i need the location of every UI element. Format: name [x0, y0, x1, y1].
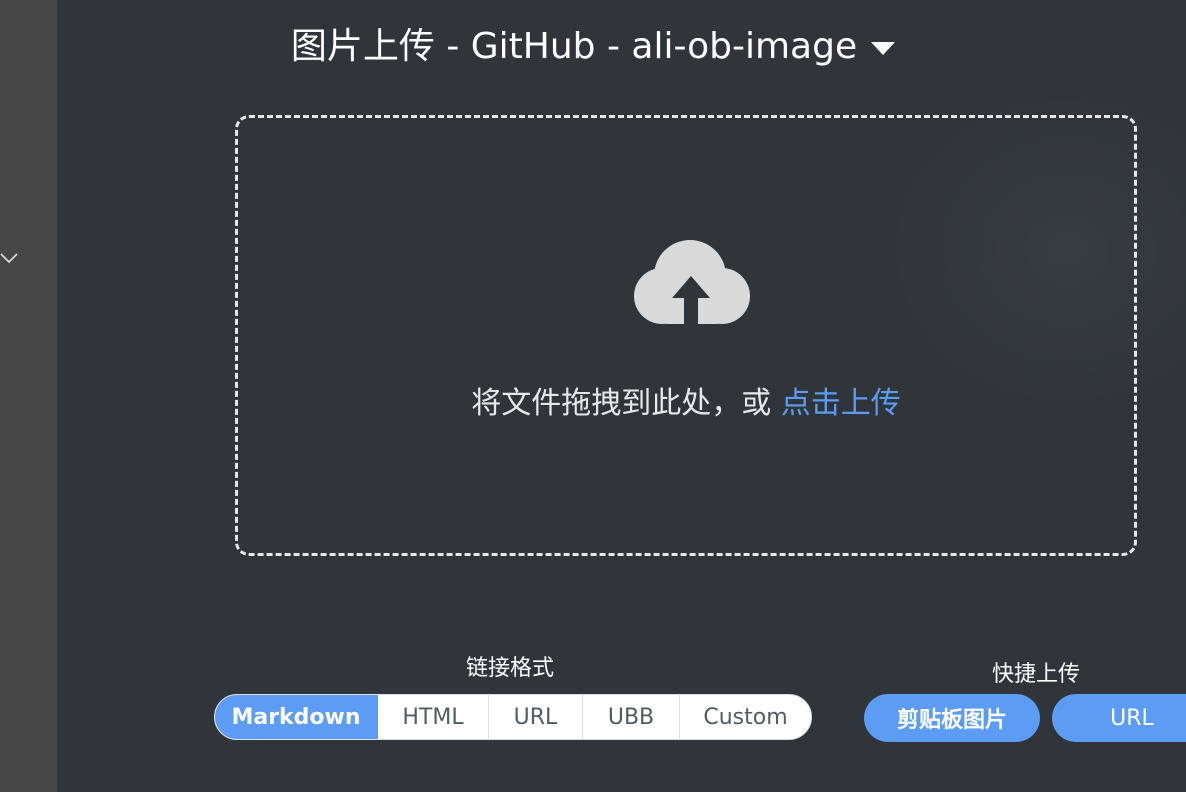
format-option-markdown[interactable]: Markdown: [215, 695, 378, 739]
chevron-down-icon[interactable]: [0, 249, 18, 267]
dropzone-text: 将文件拖拽到此处，或 点击上传: [238, 382, 1134, 426]
picgo-upload-page: 图片上传 - GitHub - ali-ob-image 将文件拖拽到此处，或 …: [0, 0, 1186, 792]
link-format-group: Markdown HTML URL UBB Custom: [214, 694, 812, 740]
sidebar: [0, 0, 57, 792]
format-option-html[interactable]: HTML: [378, 695, 489, 739]
format-option-url[interactable]: URL: [489, 695, 583, 739]
link-format-label: 链接格式: [466, 656, 555, 681]
caret-down-icon[interactable]: [871, 41, 896, 55]
upload-dropzone[interactable]: 将文件拖拽到此处，或 点击上传: [235, 115, 1137, 556]
quick-upload-label: 快捷上传: [992, 662, 1081, 687]
format-option-custom[interactable]: Custom: [680, 695, 811, 739]
page-title-text: 图片上传 - GitHub - ali-ob-image: [290, 26, 858, 67]
dropzone-hint: 将文件拖拽到此处，或: [471, 386, 781, 421]
click-upload-link[interactable]: 点击上传: [781, 386, 901, 421]
page-title[interactable]: 图片上传 - GitHub - ali-ob-image: [0, 22, 1186, 71]
cloud-upload-icon: [634, 240, 750, 326]
clipboard-upload-button[interactable]: 剪贴板图片: [864, 694, 1040, 742]
url-upload-button[interactable]: URL: [1052, 694, 1186, 742]
format-option-ubb[interactable]: UBB: [583, 695, 680, 739]
